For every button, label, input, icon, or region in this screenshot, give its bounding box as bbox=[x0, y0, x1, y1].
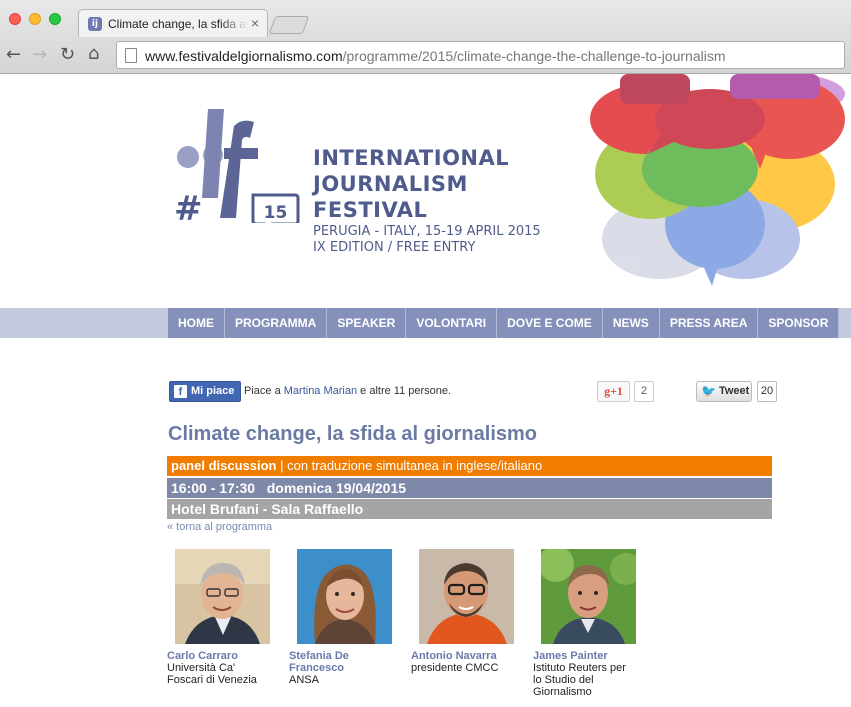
speaker-photo[interactable] bbox=[419, 549, 514, 644]
tab-close-icon[interactable]: × bbox=[251, 15, 259, 31]
browser-chrome: ij Climate change, la sfida al giornalis… bbox=[0, 0, 851, 74]
speaker-card: Carlo Carraro Università Ca' Foscari di V… bbox=[167, 549, 277, 686]
festival-title: INTERNATIONAL JOURNALISM FESTIVAL bbox=[313, 145, 543, 223]
new-tab-button[interactable] bbox=[268, 16, 310, 34]
speaker-card: Stefania De Francesco ANSA bbox=[289, 549, 399, 686]
speaker-role-line: Foscari di Venezia bbox=[167, 674, 257, 686]
nav-item-news[interactable]: NEWS bbox=[602, 308, 660, 338]
nav-item-volontari[interactable]: VOLONTARI bbox=[406, 308, 498, 338]
speaker-role: presidente CMCC bbox=[411, 662, 521, 674]
google-plus-button[interactable]: g+1 bbox=[597, 381, 630, 402]
url-path: /programme/2015/climate-change-the-chall… bbox=[342, 48, 726, 64]
speaker-role-line: Giornalismo bbox=[533, 686, 592, 698]
speaker-name[interactable]: James Painter bbox=[533, 650, 643, 662]
event-type-note: | con traduzione simultanea in inglese/i… bbox=[276, 458, 543, 473]
facebook-like-label: Mi piace bbox=[191, 385, 235, 397]
main-nav: HOME PROGRAMMA SPEAKER VOLONTARI DOVE E … bbox=[168, 308, 840, 338]
logo-f-bar bbox=[224, 148, 258, 159]
browser-tab[interactable]: ij Climate change, la sfida al giornalis… bbox=[78, 9, 268, 37]
event-venue: Hotel Brufani - Sala Raffaello bbox=[171, 501, 364, 517]
facebook-like-summary: Piace a Martina Marian e altre 11 person… bbox=[244, 385, 451, 397]
event-time-bar: 16:00 - 17:30 domenica 19/04/2015 bbox=[167, 478, 772, 498]
tweet-label: Tweet bbox=[718, 385, 750, 397]
speaker-name[interactable]: Carlo Carraro bbox=[167, 650, 277, 662]
nav-item-press-area[interactable]: PRESS AREA bbox=[659, 308, 759, 338]
fb-text-post: e altre 11 persone. bbox=[357, 385, 452, 397]
speaker-role: Università Ca' Foscari di Venezia bbox=[167, 662, 277, 686]
logo-hash: # bbox=[174, 189, 203, 223]
logo-f-stroke bbox=[220, 120, 254, 218]
logo-j-stroke bbox=[202, 109, 224, 198]
speaker-name-line: Carlo Carraro bbox=[167, 650, 238, 662]
minimize-window-button[interactable] bbox=[29, 13, 41, 25]
close-window-button[interactable] bbox=[9, 13, 21, 25]
speech-bubbles-graphic bbox=[590, 74, 845, 286]
twitter-bird-icon: 🐦 bbox=[701, 384, 716, 398]
event-type: panel discussion bbox=[171, 458, 277, 473]
speaker-role: ANSA bbox=[289, 674, 399, 686]
reload-icon[interactable]: ↻ bbox=[60, 44, 75, 65]
speaker-photo[interactable] bbox=[175, 549, 270, 644]
speaker-photo[interactable] bbox=[297, 549, 392, 644]
speaker-name-line: James Painter bbox=[533, 650, 608, 662]
facebook-icon: f bbox=[174, 385, 187, 398]
speaker-name[interactable]: Antonio Navarra bbox=[411, 650, 521, 662]
festival-title-line-3: FESTIVAL bbox=[313, 198, 428, 222]
speaker-role-line: lo Studio del bbox=[533, 674, 594, 686]
speaker-card: Antonio Navarra presidente CMCC bbox=[411, 549, 521, 674]
speaker-name-line: Stefania De bbox=[289, 650, 349, 662]
festival-subtitle: PERUGIA - ITALY, 15-19 APRIL 2015 IX EDI… bbox=[313, 224, 541, 256]
tab-title: Climate change, la sfida al giornalismo bbox=[108, 17, 248, 31]
fb-friend-link[interactable]: Martina Marian bbox=[284, 385, 357, 397]
nav-item-home[interactable]: HOME bbox=[168, 308, 225, 338]
speaker-role-line: Istituto Reuters per bbox=[533, 662, 626, 674]
nav-item-programma[interactable]: PROGRAMMA bbox=[225, 308, 328, 338]
speaker-name-line: Francesco bbox=[289, 662, 345, 674]
speaker-card: James Painter Istituto Reuters per lo Stu… bbox=[533, 546, 643, 698]
home-icon[interactable]: ⌂ bbox=[88, 43, 99, 64]
facebook-like-button[interactable]: f Mi piace bbox=[169, 381, 242, 402]
back-to-programme-link[interactable]: « torna al programma bbox=[167, 521, 272, 533]
google-plus-count: 2 bbox=[634, 381, 654, 402]
festival-title-line-2: JOURNALISM bbox=[313, 172, 468, 196]
speaker-name-line: Antonio Navarra bbox=[411, 650, 497, 662]
nav-item-sponsor[interactable]: SPONSOR bbox=[758, 308, 840, 338]
event-venue-bar: Hotel Brufani - Sala Raffaello bbox=[167, 499, 772, 519]
speaker-role-line: presidente CMCC bbox=[411, 662, 499, 674]
festival-edition: IX EDITION / FREE ENTRY bbox=[313, 240, 476, 255]
fb-text-pre: Piace a bbox=[244, 385, 284, 397]
logo-dot-i bbox=[177, 146, 199, 168]
zoom-window-button[interactable] bbox=[49, 13, 61, 25]
forward-arrow-icon[interactable]: → bbox=[32, 44, 47, 65]
speaker-photo[interactable] bbox=[538, 546, 642, 644]
event-time: 16:00 - 17:30 domenica 19/04/2015 bbox=[171, 480, 407, 496]
festival-dates: PERUGIA - ITALY, 15-19 APRIL 2015 bbox=[313, 224, 541, 239]
festival-title-line-1: INTERNATIONAL bbox=[313, 146, 510, 170]
tweet-count: 20 bbox=[757, 381, 777, 402]
favicon-icon: ij bbox=[88, 17, 102, 31]
speaker-name[interactable]: Stefania De Francesco bbox=[289, 650, 399, 674]
speaker-role-line: Università Ca' bbox=[167, 662, 236, 674]
speaker-role-line: ANSA bbox=[289, 674, 319, 686]
page-icon bbox=[125, 48, 137, 63]
logo-edition-badge: 15 bbox=[264, 203, 288, 223]
tweet-button[interactable]: 🐦 Tweet bbox=[696, 381, 752, 402]
ijf-logo[interactable]: # 15 bbox=[168, 48, 303, 223]
nav-item-dove-e-come[interactable]: DOVE E COME bbox=[497, 308, 603, 338]
event-type-bar: panel discussion | con traduzione simult… bbox=[167, 456, 772, 476]
event-title: Climate change, la sfida al giornalismo bbox=[168, 423, 537, 445]
nav-item-speaker[interactable]: SPEAKER bbox=[327, 308, 407, 338]
back-arrow-icon[interactable]: ← bbox=[6, 44, 21, 65]
speaker-role: Istituto Reuters per lo Studio del Giornal… bbox=[533, 662, 643, 698]
